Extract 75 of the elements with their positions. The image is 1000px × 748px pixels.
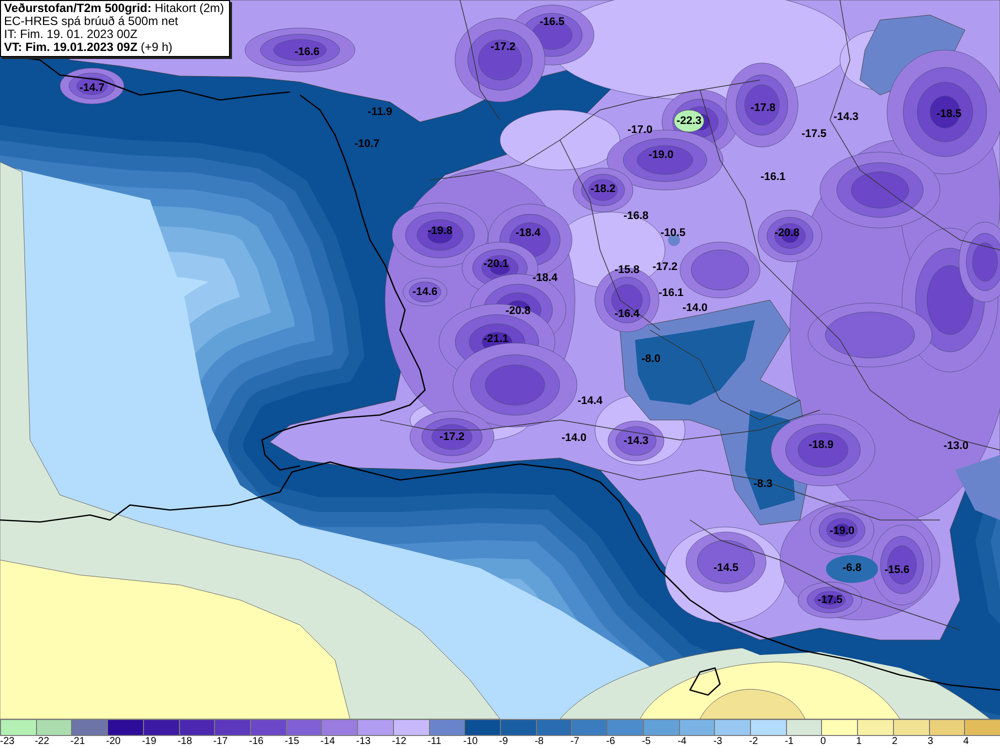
temperature-label: -19.0 <box>829 525 855 537</box>
temperature-label: -8.0 <box>642 353 660 365</box>
legend-tick-label: -11 <box>428 736 442 748</box>
temperature-label: -20.8 <box>505 305 531 317</box>
temperature-label: -16.4 <box>614 308 640 320</box>
temperature-label: -8.3 <box>754 478 772 490</box>
temperature-label: -16.1 <box>658 287 684 299</box>
temperature-label: -14.3 <box>833 111 859 123</box>
valid-time-text: VT: Fim. 19.01.2023 09Z (+9 h) <box>4 41 174 54</box>
temperature-label: -14.6 <box>412 286 438 298</box>
temperature-label: -17.8 <box>750 102 776 114</box>
temperature-label: -17.0 <box>627 124 653 136</box>
temperature-label: -18.5 <box>936 108 962 120</box>
temperature-label: -16.6 <box>294 46 320 58</box>
legend-tick-label: -1 <box>784 736 794 748</box>
legend-tick-label: -6 <box>606 736 616 748</box>
temperature-label: -14.3 <box>623 435 649 447</box>
legend-tick-label: -13 <box>356 736 371 748</box>
temperature-label: -18.4 <box>515 227 541 239</box>
legend-tick-label: -5 <box>642 736 651 748</box>
legend-tick-label: -22 <box>34 736 50 748</box>
temperature-label: -16.5 <box>539 16 565 28</box>
legend-tick-label: -18 <box>178 736 192 748</box>
legend-tick-label: -20 <box>106 736 121 748</box>
map-title: Veðurstofan/T2m 500grid: Hitakort (2m) <box>4 2 224 15</box>
initial-time-text: IT: Fim. 19. 01. 2023 00Z <box>4 28 138 41</box>
legend-tick-label: -14 <box>320 736 335 748</box>
legend-tick-label: 1 <box>856 736 862 748</box>
temperature-label: -19.0 <box>648 149 674 161</box>
legend-tick-label: -7 <box>570 736 580 748</box>
legend-tick-label: -15 <box>284 736 300 748</box>
forecast-model-text: EC-HRES spá brúuð á 500m net <box>4 15 180 28</box>
legend-tick-label: 3 <box>928 736 934 748</box>
temperature-label: -20.1 <box>483 258 509 270</box>
legend-tick-label: -10 <box>463 736 478 748</box>
temperature-label: -18.9 <box>808 439 834 451</box>
legend-tick-label: -9 <box>499 736 508 748</box>
legend-tick-label: 4 <box>963 736 969 748</box>
temperature-label: -21.1 <box>483 333 509 345</box>
temperature-label: -17.5 <box>801 128 827 140</box>
temperature-label: -10.7 <box>354 138 380 150</box>
temperature-label: -17.2 <box>652 261 678 273</box>
temperature-label: -17.2 <box>490 41 516 53</box>
temperature-label: -17.5 <box>817 594 843 606</box>
temperature-label: -16.1 <box>760 171 786 183</box>
temperature-label: -14.4 <box>577 395 603 407</box>
temperature-label: -15.6 <box>884 564 910 576</box>
temperature-label: -20.8 <box>774 227 800 239</box>
legend-tick-label: -4 <box>678 736 686 748</box>
legend-tick-label: -3 <box>713 736 722 748</box>
temperature-label: -11.9 <box>368 106 392 118</box>
temperature-label: -10.5 <box>660 227 686 239</box>
temperature-label: -16.8 <box>623 210 649 222</box>
temperature-label: -14.7 <box>79 82 105 94</box>
temperature-label: -15.8 <box>614 264 640 276</box>
legend-tick-label: -16 <box>249 736 264 748</box>
temperature-label: -14.0 <box>561 432 587 444</box>
temperature-label: -18.2 <box>590 183 616 195</box>
legend-tick-label: 2 <box>892 736 898 748</box>
legend-tick-label: -23 <box>0 736 14 748</box>
legend-tick-label: 0 <box>820 736 826 748</box>
temperature-label: -17.2 <box>439 431 465 443</box>
temperature-label: -14.5 <box>713 562 739 574</box>
legend-tick-label: -19 <box>142 736 156 748</box>
legend-tick-label: -21 <box>70 736 85 748</box>
temperature-label: -14.0 <box>682 302 708 314</box>
temperature-label: -18.4 <box>532 272 558 284</box>
legend-tick-label: -8 <box>534 736 544 748</box>
temperature-label: -19.8 <box>427 225 453 237</box>
temperature-label: -13.0 <box>943 440 969 452</box>
legend-tick-label: -2 <box>749 736 758 748</box>
legend-tick-label: -12 <box>392 736 406 748</box>
temperature-label: -6.8 <box>842 562 862 574</box>
temperature-label: -22.3 <box>676 115 702 127</box>
legend-tick-label: -17 <box>213 736 228 748</box>
